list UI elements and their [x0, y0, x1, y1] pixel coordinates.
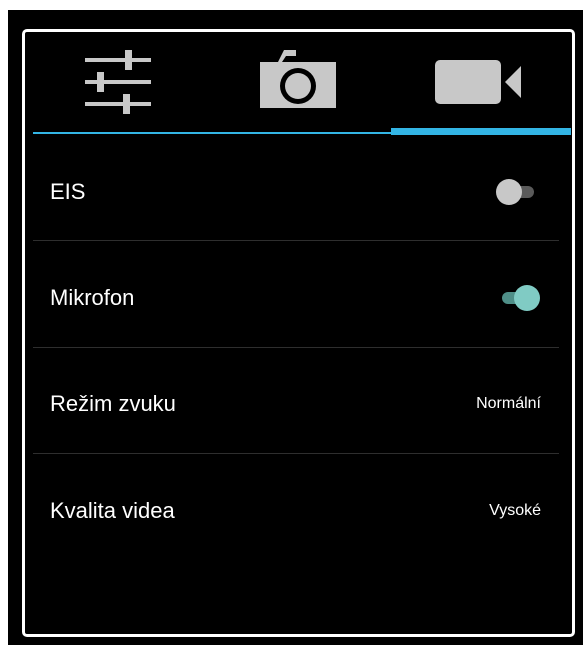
row-divider — [33, 347, 559, 348]
mikrofon-toggle[interactable] — [496, 283, 540, 313]
setting-label-kvalita-videa: Kvalita videa — [50, 498, 175, 523]
setting-row-rezim-zvuku[interactable]: Režim zvuku Normální — [25, 351, 572, 457]
setting-label-rezim-zvuku: Režim zvuku — [50, 391, 176, 416]
tab-photo-settings[interactable] — [250, 32, 350, 132]
row-divider — [33, 453, 559, 454]
setting-value-rezim-zvuku: Normální — [476, 395, 541, 412]
setting-label-eis: EIS — [50, 179, 86, 204]
setting-value-kvalita-videa: Vysoké — [489, 502, 541, 519]
tab-selected-indicator — [391, 128, 571, 135]
setting-row-mikrofon[interactable]: Mikrofon — [25, 245, 572, 351]
sliders-icon — [85, 50, 151, 114]
camera-icon — [260, 50, 336, 108]
video-camera-icon — [435, 60, 521, 104]
mikrofon-toggle-thumb — [514, 285, 540, 311]
settings-tab-bar — [25, 32, 572, 136]
setting-row-kvalita-videa[interactable]: Kvalita videa Vysoké — [25, 458, 572, 564]
row-divider — [33, 240, 559, 241]
eis-toggle[interactable] — [496, 177, 540, 207]
setting-label-mikrofon: Mikrofon — [50, 285, 135, 310]
tab-video-settings[interactable] — [425, 32, 535, 132]
setting-row-eis[interactable]: EIS — [25, 139, 572, 245]
tab-general-settings[interactable] — [75, 32, 165, 132]
camera-settings-panel: EIS Mikrofon Režim zvuku Normální Kvalit… — [22, 29, 575, 637]
eis-toggle-thumb — [496, 179, 522, 205]
